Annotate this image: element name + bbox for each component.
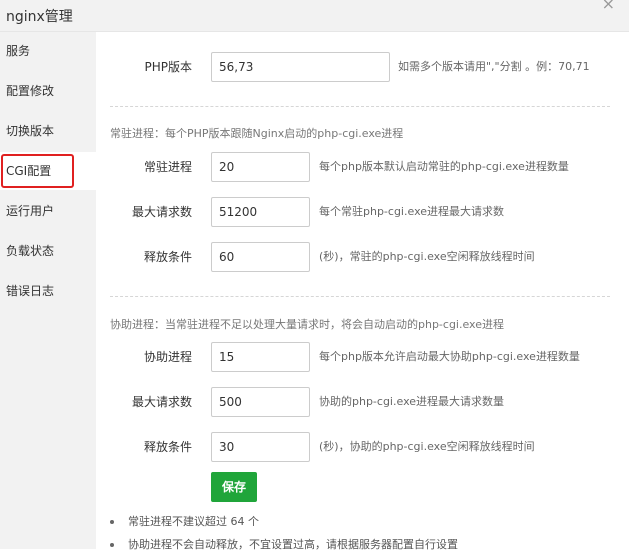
divider — [110, 106, 610, 107]
resident-release-hint: (秒)，常驻的php-cgi.exe空闲释放线程时间 — [319, 250, 535, 263]
resident-max-requests-label: 最大请求数 — [131, 205, 192, 219]
sidebar-item-label: 错误日志 — [6, 284, 55, 298]
assist-process-input[interactable]: 15 — [211, 342, 310, 372]
resident-release-input[interactable]: 60 — [211, 242, 310, 272]
assist-max-requests-hint: 协助的php-cgi.exe进程最大请求数量 — [319, 395, 505, 408]
sidebar-item-label: 运行用户 — [6, 204, 55, 218]
assist-release-hint: (秒)，协助的php-cgi.exe空闲释放线程时间 — [319, 440, 535, 453]
divider — [110, 296, 610, 297]
assist-max-requests-input[interactable]: 500 — [211, 387, 310, 417]
sidebar: 服务 配置修改 切换版本 CGI配置 运行用户 负载状态 错误日志 — [0, 32, 96, 549]
sidebar-item-label: 负载状态 — [6, 244, 55, 258]
save-button[interactable]: 保存 — [211, 472, 257, 502]
resident-process-label: 常驻进程 — [143, 160, 192, 174]
php-version-hint: 如需多个版本请用","分割 。例：70,71 — [398, 60, 590, 73]
resident-process-hint: 每个php版本默认启动常驻的php-cgi.exe进程数量 — [319, 160, 569, 173]
resident-max-requests-input[interactable]: 51200 — [211, 197, 310, 227]
close-icon[interactable]: × — [602, 0, 615, 13]
tips-list: 常驻进程不建议超过 64 个 协助进程不会自动释放，不宜设置过高，请根据服务器配… — [110, 510, 458, 556]
sidebar-item-label: 服务 — [6, 44, 31, 58]
sidebar-item-run-user[interactable]: 运行用户 — [0, 192, 96, 230]
sidebar-item-label: 切换版本 — [6, 124, 55, 138]
resident-max-requests-hint: 每个常驻php-cgi.exe进程最大请求数 — [319, 205, 505, 218]
resident-process-input[interactable]: 20 — [211, 152, 310, 182]
php-version-label: PHP版本 — [144, 60, 193, 74]
assist-section-title: 协助进程：当常驻进程不足以处理大量请求时，将会自动启动的php-cgi.exe进… — [110, 318, 504, 331]
tip-text: 常驻进程不建议超过 64 个 — [128, 515, 259, 528]
sidebar-item-service[interactable]: 服务 — [0, 32, 96, 70]
cgi-config-panel: PHP版本 56,73 如需多个版本请用","分割 。例：70,71 常驻进程：… — [96, 32, 629, 551]
bullet-icon — [110, 543, 114, 547]
sidebar-item-config-edit[interactable]: 配置修改 — [0, 72, 96, 110]
assist-process-hint: 每个php版本允许启动最大协助php-cgi.exe进程数量 — [319, 350, 580, 363]
window-title: nginx管理 — [6, 9, 73, 25]
sidebar-item-switch-version[interactable]: 切换版本 — [0, 112, 96, 150]
assist-process-label: 协助进程 — [143, 350, 192, 364]
title-bar: nginx管理 × — [0, 0, 629, 32]
list-item: 常驻进程不建议超过 64 个 — [110, 510, 458, 533]
sidebar-item-label: 配置修改 — [6, 84, 55, 98]
tip-text: 协助进程不会自动释放，不宜设置过高，请根据服务器配置自行设置 — [128, 538, 458, 551]
assist-max-requests-label: 最大请求数 — [131, 395, 192, 409]
php-version-input[interactable]: 56,73 — [211, 52, 390, 82]
bullet-icon — [110, 520, 114, 524]
list-item: 协助进程不会自动释放，不宜设置过高，请根据服务器配置自行设置 — [110, 533, 458, 556]
sidebar-item-cgi-config[interactable]: CGI配置 — [0, 152, 96, 190]
sidebar-item-error-log[interactable]: 错误日志 — [0, 272, 96, 310]
resident-section-title: 常驻进程：每个PHP版本跟随Nginx启动的php-cgi.exe进程 — [110, 127, 404, 140]
resident-release-label: 释放条件 — [143, 250, 192, 264]
active-highlight-box — [1, 154, 74, 188]
assist-release-label: 释放条件 — [143, 440, 192, 454]
assist-release-input[interactable]: 30 — [211, 432, 310, 462]
sidebar-item-load-status[interactable]: 负载状态 — [0, 232, 96, 270]
